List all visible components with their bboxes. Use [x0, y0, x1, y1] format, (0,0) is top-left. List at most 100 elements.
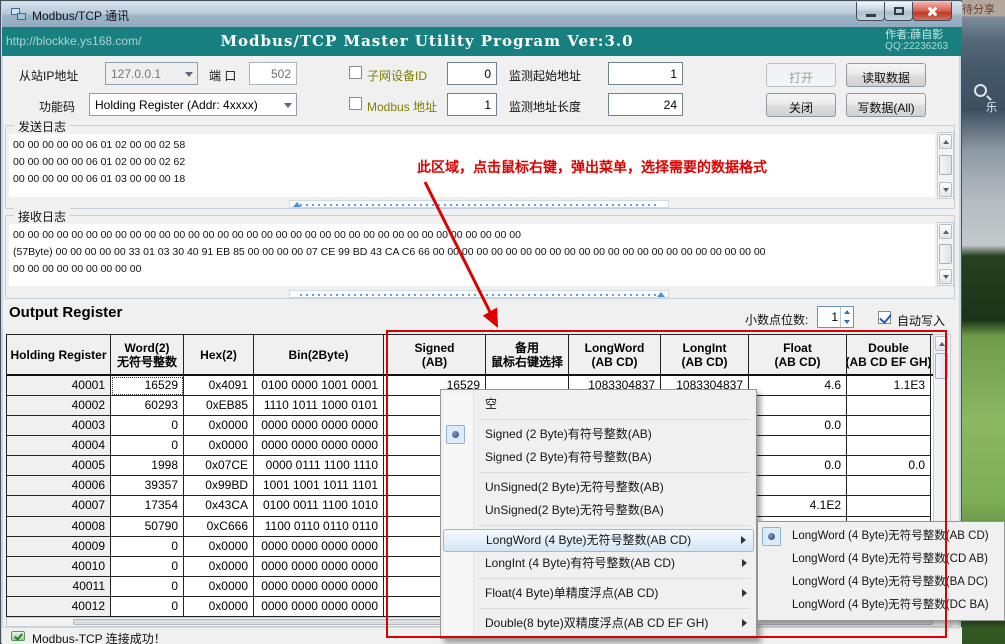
cell-double[interactable]: 0.0	[847, 456, 931, 476]
cell-hex[interactable]: 0x0000	[184, 577, 254, 597]
submenu-item-longword-badc[interactable]: LongWord (4 Byte)无符号整数(BA DC)	[760, 571, 1002, 594]
cell-bin[interactable]: 0000 0111 1100 1110	[254, 456, 384, 476]
cell-float[interactable]	[749, 476, 847, 496]
maximize-button[interactable]	[884, 2, 913, 21]
cell-word[interactable]: 0	[111, 537, 184, 557]
cell-word[interactable]: 50790	[111, 517, 184, 537]
cell-hex[interactable]: 0xEB85	[184, 396, 254, 416]
monitor-start-input[interactable]: 1	[608, 62, 683, 85]
cell-double[interactable]	[847, 416, 931, 436]
cell-float[interactable]	[749, 396, 847, 416]
send-log-hscrollbar[interactable]	[289, 200, 669, 208]
scroll-down-icon[interactable]	[939, 182, 952, 197]
cell-float[interactable]: 0.0	[749, 416, 847, 436]
col-header-longword[interactable]: LongWord(AB CD)	[569, 335, 661, 374]
subnet-id-input[interactable]: 0	[447, 62, 497, 85]
cell-double[interactable]	[847, 436, 931, 456]
scroll-down-icon[interactable]	[939, 269, 952, 284]
submenu-item-longword-cdab[interactable]: LongWord (4 Byte)无符号整数(CD AB)	[760, 548, 1002, 571]
cell-hex[interactable]: 0x0000	[184, 416, 254, 436]
cell-hex[interactable]: 0xC666	[184, 517, 254, 537]
read-data-button[interactable]: 读取数据	[846, 63, 926, 87]
cell-float[interactable]: 4.1E2	[749, 496, 847, 516]
cell-word[interactable]: 0	[111, 577, 184, 597]
cell-word[interactable]: 1998	[111, 456, 184, 476]
cell-bin[interactable]: 1001 1001 1011 1101	[254, 476, 384, 496]
cell-bin[interactable]: 0100 0011 1100 1010	[254, 496, 384, 516]
monitor-length-input[interactable]: 24	[608, 93, 683, 116]
col-header-float[interactable]: Float(AB CD)	[749, 335, 847, 374]
cell-float[interactable]	[749, 436, 847, 456]
cell-bin[interactable]: 0000 0000 0000 0000	[254, 597, 384, 617]
recv-log-textarea[interactable]: 00 00 00 00 00 00 00 00 00 00 00 00 00 0…	[9, 224, 935, 286]
cell-hex[interactable]: 0x0000	[184, 597, 254, 617]
decimal-places-spinner[interactable]: 1	[817, 306, 854, 328]
cell-float[interactable]: 4.6	[749, 376, 847, 396]
cell-bin[interactable]: 1110 1011 1000 0101	[254, 396, 384, 416]
col-header-backup[interactable]: 备用鼠标右键选择	[486, 335, 569, 374]
menu-item-unsigned-ba[interactable]: UnSigned(2 Byte)无符号整数(BA)	[443, 499, 754, 522]
auto-write-checkbox[interactable]	[878, 311, 891, 324]
close-connection-button[interactable]: 关闭	[766, 93, 836, 117]
cell-word[interactable]: 39357	[111, 476, 184, 496]
cell-bin[interactable]: 0000 0000 0000 0000	[254, 436, 384, 456]
cell-hex[interactable]: 0x0000	[184, 557, 254, 577]
submenu-item-longword-abcd[interactable]: LongWord (4 Byte)无符号整数(AB CD)	[760, 525, 1002, 548]
cell-word[interactable]: 17354	[111, 496, 184, 516]
open-button[interactable]: 打开	[766, 63, 836, 87]
up-down-arrows-icon[interactable]	[840, 307, 853, 327]
cell-word[interactable]: 16529	[111, 376, 184, 396]
write-data-button[interactable]: 写数据(All)	[846, 93, 926, 117]
cell-bin[interactable]: 0000 0000 0000 0000	[254, 557, 384, 577]
cell-double[interactable]	[847, 396, 931, 416]
col-header-holding-register[interactable]: Holding Register	[7, 335, 111, 374]
title-bar[interactable]: Modbus/TCP 通讯	[2, 2, 962, 27]
recv-log-scrollbar[interactable]	[937, 222, 954, 286]
menu-item-unsigned-ab[interactable]: UnSigned(2 Byte)无符号整数(AB)	[443, 476, 754, 499]
cell-word[interactable]: 0	[111, 557, 184, 577]
scroll-up-icon[interactable]	[939, 224, 952, 239]
cell-bin[interactable]: 0100 0000 1001 0001	[254, 376, 384, 396]
send-log-scrollbar[interactable]	[937, 132, 954, 199]
col-header-hex[interactable]: Hex(2)	[184, 335, 254, 374]
submenu-item-longword-dcba[interactable]: LongWord (4 Byte)无符号整数(DC BA)	[760, 594, 1002, 617]
cell-double[interactable]	[847, 476, 931, 496]
col-header-bin[interactable]: Bin(2Byte)	[254, 335, 384, 374]
cell-word[interactable]: 0	[111, 436, 184, 456]
menu-item-longword-abcd[interactable]: LongWord (4 Byte)无符号整数(AB CD)	[443, 529, 754, 552]
menu-item-float-abcd[interactable]: Float(4 Byte)单精度浮点(AB CD)	[443, 582, 754, 605]
cell-hex[interactable]: 0x0000	[184, 436, 254, 456]
col-header-word[interactable]: Word(2)无符号整数	[111, 335, 184, 374]
cell-double[interactable]	[847, 496, 931, 516]
cell-hex[interactable]: 0x4091	[184, 376, 254, 396]
recv-log-hscrollbar[interactable]	[289, 290, 669, 298]
col-header-double[interactable]: Double(AB CD EF GH)	[847, 335, 931, 374]
menu-item-double[interactable]: Double(8 byte)双精度浮点(AB CD EF GH)	[443, 612, 754, 635]
cell-hex[interactable]: 0x43CA	[184, 496, 254, 516]
menu-item-longint-abcd[interactable]: LongInt (4 Byte)有符号整数(AB CD)	[443, 552, 754, 575]
ip-combobox[interactable]: 127.0.0.1	[105, 62, 198, 85]
modbus-address-input[interactable]: 1	[447, 93, 497, 116]
port-input[interactable]: 502	[249, 62, 297, 85]
col-header-longint[interactable]: LongInt(AB CD)	[661, 335, 749, 374]
minimize-button[interactable]	[856, 2, 885, 21]
menu-item-empty[interactable]: 空	[443, 393, 754, 416]
close-button[interactable]	[912, 2, 952, 21]
subnet-checkbox[interactable]	[349, 66, 362, 79]
cell-bin[interactable]: 0000 0000 0000 0000	[254, 577, 384, 597]
scroll-up-icon[interactable]	[935, 336, 948, 351]
cell-bin[interactable]: 0000 0000 0000 0000	[254, 537, 384, 557]
col-header-signed[interactable]: Signed(AB)	[384, 335, 486, 374]
search-icon[interactable]	[974, 84, 987, 97]
cell-word[interactable]: 0	[111, 597, 184, 617]
scroll-up-icon[interactable]	[939, 134, 952, 149]
menu-item-signed-ba[interactable]: Signed (2 Byte)有符号整数(BA)	[443, 446, 754, 469]
cell-word[interactable]: 0	[111, 416, 184, 436]
cell-hex[interactable]: 0x0000	[184, 537, 254, 557]
modbus-address-checkbox[interactable]	[349, 97, 362, 110]
cell-hex[interactable]: 0x07CE	[184, 456, 254, 476]
cell-hex[interactable]: 0x99BD	[184, 476, 254, 496]
cell-double[interactable]: 1.1E3	[847, 376, 931, 396]
cell-bin[interactable]: 1100 0110 0110 0110	[254, 517, 384, 537]
cell-float[interactable]: 0.0	[749, 456, 847, 476]
